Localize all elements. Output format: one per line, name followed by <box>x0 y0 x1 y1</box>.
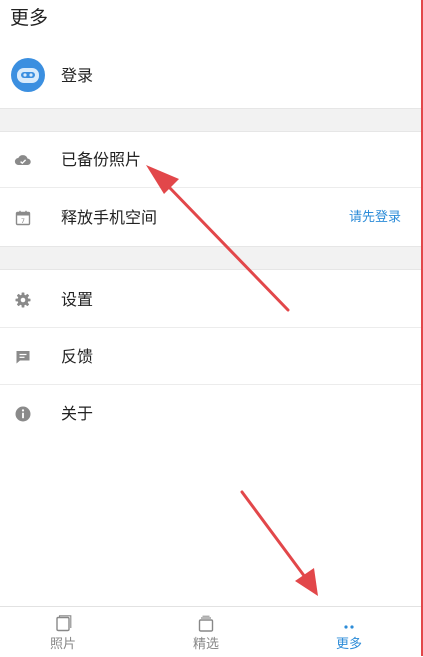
bottom-nav: 照片 精选 更多 <box>0 606 421 657</box>
tab-label: 照片 <box>49 637 76 652</box>
photo-icon <box>56 615 72 632</box>
cloud-check-icon <box>14 155 31 166</box>
annotation-arrow-down <box>240 490 318 596</box>
login-row[interactable]: 登录 <box>0 44 421 108</box>
menu-item-label: 关于 <box>61 404 94 423</box>
page-title: 更多 <box>10 7 49 29</box>
section-gap <box>0 246 421 270</box>
tab-label: 精选 <box>192 637 219 652</box>
menu-item-label: 已备份照片 <box>61 150 142 169</box>
menu-item-backed-up-photos[interactable]: 已备份照片 <box>0 132 421 188</box>
tab-more[interactable]: 更多 <box>286 607 423 657</box>
album-icon <box>198 615 214 632</box>
menu-item-settings[interactable]: 设置 <box>0 272 421 328</box>
menu-item-label: 设置 <box>61 290 94 309</box>
menu-item-label: 释放手机空间 <box>61 208 158 227</box>
more-icon <box>344 625 354 629</box>
login-label: 登录 <box>61 66 94 85</box>
tab-photos[interactable]: 照片 <box>0 607 140 657</box>
menu-item-label: 反馈 <box>61 347 94 366</box>
login-first-link[interactable]: 请先登录 <box>349 209 401 227</box>
tab-featured[interactable]: 精选 <box>143 607 283 657</box>
gear-icon <box>15 292 31 308</box>
menu-item-about[interactable]: 关于 <box>0 386 421 442</box>
calendar-icon: 7 <box>15 210 31 226</box>
menu-item-feedback[interactable]: 反馈 <box>0 329 421 385</box>
section-gap <box>0 108 421 132</box>
svg-text:7: 7 <box>21 217 25 225</box>
menu-item-free-up-space[interactable]: 7 释放手机空间 请先登录 <box>0 190 421 246</box>
robot-avatar-icon <box>11 58 45 92</box>
info-icon <box>15 406 31 422</box>
tab-label: 更多 <box>335 637 362 652</box>
feedback-icon <box>16 351 30 364</box>
